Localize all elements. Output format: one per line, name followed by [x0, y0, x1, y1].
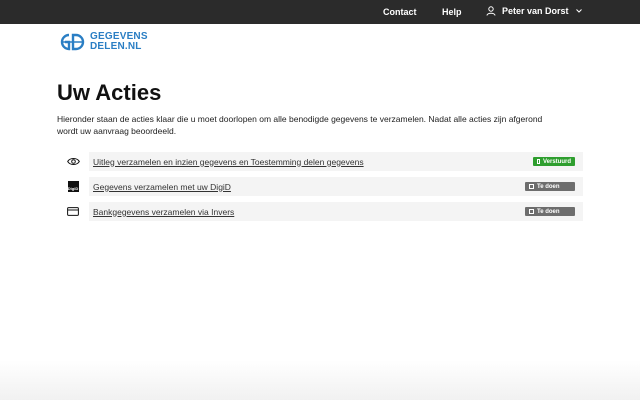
page-footer-shade [0, 360, 640, 400]
action-link[interactable]: Bankgegevens verzamelen via Invers [93, 207, 234, 217]
logo[interactable]: GEGEVENS DELEN.NL [57, 31, 148, 53]
logo-text-line2: DELEN.NL [90, 41, 142, 52]
page-title: Uw Acties [57, 80, 162, 105]
card-icon [67, 207, 79, 216]
user-menu[interactable]: Peter van Dorst [486, 6, 583, 16]
todo-box-icon [529, 209, 534, 214]
external-link-icon [537, 159, 540, 164]
status-badge-label: Verstuurd [542, 158, 571, 165]
status-badge: Te doen [525, 207, 575, 216]
chevron-down-icon [575, 9, 582, 13]
action-link[interactable]: Uitleg verzamelen en inzien gegevens en … [93, 157, 364, 167]
status-badge: Verstuurd [533, 157, 575, 166]
help-link[interactable]: Help [442, 7, 462, 17]
user-name: Peter van Dorst [502, 6, 569, 16]
action-link[interactable]: Gegevens verzamelen met uw DigiD [93, 182, 231, 192]
action-row[interactable]: Bankgegevens verzamelen via Invers Te do… [57, 202, 583, 221]
digid-icon: DigiD [67, 181, 79, 192]
actions-list: Uitleg verzamelen en inzien gegevens en … [57, 152, 583, 227]
gegevensdelen-logo-icon [60, 33, 85, 51]
user-icon [486, 6, 496, 16]
top-navigation-bar: Contact Help Peter van Dorst [0, 0, 640, 24]
todo-box-icon [529, 184, 534, 189]
action-row[interactable]: DigiD Gegevens verzamelen met uw DigiD T… [57, 177, 583, 196]
contact-link[interactable]: Contact [383, 7, 417, 17]
intro-text: Hieronder staan de acties klaar die u mo… [57, 114, 543, 136]
status-badge-label: Te doen [537, 208, 560, 215]
status-badge: Te doen [525, 182, 575, 191]
eye-icon [66, 158, 80, 165]
action-row[interactable]: Uitleg verzamelen en inzien gegevens en … [57, 152, 583, 171]
status-badge-label: Te doen [537, 183, 560, 190]
